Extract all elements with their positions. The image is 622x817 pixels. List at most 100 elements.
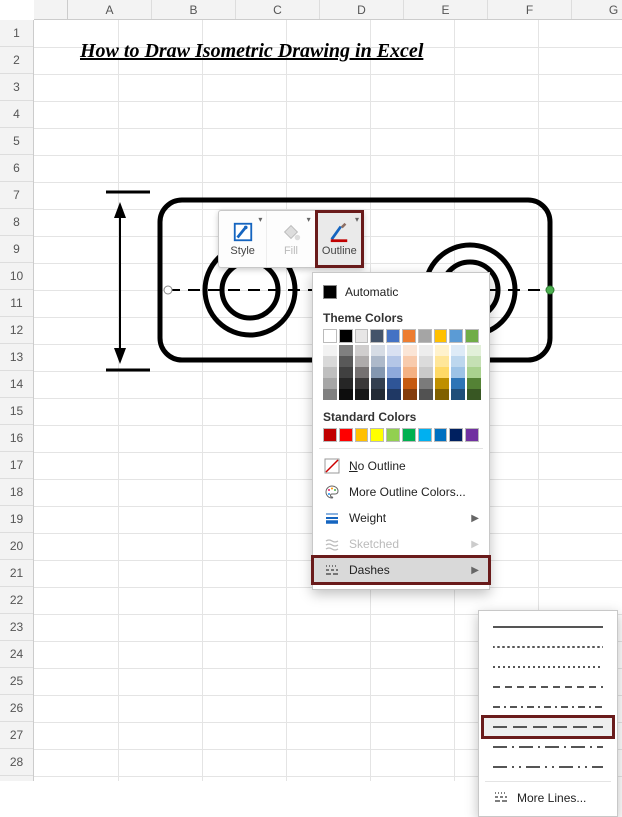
row-header[interactable]: 18	[0, 479, 33, 506]
color-swatch[interactable]	[451, 356, 465, 367]
color-swatch[interactable]	[387, 345, 401, 356]
row-header[interactable]: 23	[0, 614, 33, 641]
row-header[interactable]: 14	[0, 371, 33, 398]
color-swatch[interactable]	[339, 356, 353, 367]
color-swatch[interactable]	[467, 345, 481, 356]
column-header[interactable]: D	[320, 0, 404, 19]
automatic-item[interactable]: Automatic	[313, 279, 489, 305]
color-swatch[interactable]	[323, 356, 337, 367]
row-header[interactable]: 5	[0, 128, 33, 155]
row-header[interactable]: 21	[0, 560, 33, 587]
row-header[interactable]: 8	[0, 209, 33, 236]
sketched-item[interactable]: Sketched ▶	[313, 531, 489, 557]
color-swatch[interactable]	[370, 329, 384, 343]
color-swatch[interactable]	[323, 367, 337, 378]
row-header[interactable]: 22	[0, 587, 33, 614]
row-header[interactable]: 6	[0, 155, 33, 182]
dash-option-dash[interactable]	[483, 677, 613, 697]
column-header[interactable]: F	[488, 0, 572, 19]
color-swatch[interactable]	[465, 428, 479, 442]
row-header[interactable]: 20	[0, 533, 33, 560]
color-swatch[interactable]	[403, 356, 417, 367]
dash-option-square-dot[interactable]	[483, 657, 613, 677]
row-header[interactable]: 4	[0, 101, 33, 128]
color-swatch[interactable]	[323, 378, 337, 389]
color-swatch[interactable]	[419, 356, 433, 367]
style-button[interactable]: ▾ Style	[219, 211, 267, 267]
outline-button[interactable]: ▾ Outline	[316, 211, 363, 267]
row-header[interactable]: 12	[0, 317, 33, 344]
more-colors-item[interactable]: More Outline Colors...	[313, 479, 489, 505]
row-header[interactable]: 16	[0, 425, 33, 452]
color-swatch[interactable]	[435, 389, 449, 400]
color-swatch[interactable]	[403, 378, 417, 389]
row-header[interactable]: 13	[0, 344, 33, 371]
color-swatch[interactable]	[419, 389, 433, 400]
color-swatch[interactable]	[323, 428, 337, 442]
color-swatch[interactable]	[403, 367, 417, 378]
color-swatch[interactable]	[355, 367, 369, 378]
color-swatch[interactable]	[387, 367, 401, 378]
row-header[interactable]: 17	[0, 452, 33, 479]
no-outline-item[interactable]: No Outline	[313, 453, 489, 479]
row-header[interactable]: 19	[0, 506, 33, 533]
color-swatch[interactable]	[371, 356, 385, 367]
color-swatch[interactable]	[467, 356, 481, 367]
color-swatch[interactable]	[449, 329, 463, 343]
color-swatch[interactable]	[371, 378, 385, 389]
color-swatch[interactable]	[435, 356, 449, 367]
color-swatch[interactable]	[403, 389, 417, 400]
row-header[interactable]: 9	[0, 236, 33, 263]
color-swatch[interactable]	[467, 378, 481, 389]
color-swatch[interactable]	[418, 428, 432, 442]
color-swatch[interactable]	[355, 378, 369, 389]
column-header[interactable]: G	[572, 0, 622, 19]
color-swatch[interactable]	[370, 428, 384, 442]
color-swatch[interactable]	[435, 345, 449, 356]
color-swatch[interactable]	[371, 389, 385, 400]
color-swatch[interactable]	[355, 356, 369, 367]
row-header[interactable]: 7	[0, 182, 33, 209]
color-swatch[interactable]	[387, 356, 401, 367]
color-swatch[interactable]	[323, 345, 337, 356]
weight-item[interactable]: Weight ▶	[313, 505, 489, 531]
color-swatch[interactable]	[402, 428, 416, 442]
color-swatch[interactable]	[467, 367, 481, 378]
color-swatch[interactable]	[339, 367, 353, 378]
dash-option-solid[interactable]	[483, 617, 613, 637]
color-swatch[interactable]	[323, 389, 337, 400]
row-header[interactable]: 25	[0, 668, 33, 695]
color-swatch[interactable]	[355, 329, 369, 343]
column-header[interactable]: A	[68, 0, 152, 19]
color-swatch[interactable]	[434, 428, 448, 442]
row-header[interactable]: 1	[0, 20, 33, 47]
color-swatch[interactable]	[355, 345, 369, 356]
select-all-corner[interactable]	[34, 0, 68, 19]
color-swatch[interactable]	[339, 345, 353, 356]
color-swatch[interactable]	[403, 345, 417, 356]
row-header[interactable]: 11	[0, 290, 33, 317]
color-swatch[interactable]	[449, 428, 463, 442]
color-swatch[interactable]	[339, 378, 353, 389]
color-swatch[interactable]	[451, 378, 465, 389]
dash-option-round-dot[interactable]	[483, 637, 613, 657]
more-lines-item[interactable]: More Lines...	[483, 786, 613, 810]
fill-button[interactable]: ▾ Fill	[267, 211, 315, 267]
dash-option-long-dash[interactable]	[483, 717, 613, 737]
color-swatch[interactable]	[387, 378, 401, 389]
color-swatch[interactable]	[451, 367, 465, 378]
row-header[interactable]: 15	[0, 398, 33, 425]
column-header[interactable]: B	[152, 0, 236, 19]
dash-option-long-dash-dot[interactable]	[483, 737, 613, 757]
color-swatch[interactable]	[355, 428, 369, 442]
column-header[interactable]: C	[236, 0, 320, 19]
column-header[interactable]: E	[404, 0, 488, 19]
row-header[interactable]: 26	[0, 695, 33, 722]
row-header[interactable]: 24	[0, 641, 33, 668]
color-swatch[interactable]	[451, 345, 465, 356]
color-swatch[interactable]	[339, 389, 353, 400]
color-swatch[interactable]	[386, 329, 400, 343]
color-swatch[interactable]	[435, 367, 449, 378]
color-swatch[interactable]	[371, 345, 385, 356]
color-swatch[interactable]	[386, 428, 400, 442]
